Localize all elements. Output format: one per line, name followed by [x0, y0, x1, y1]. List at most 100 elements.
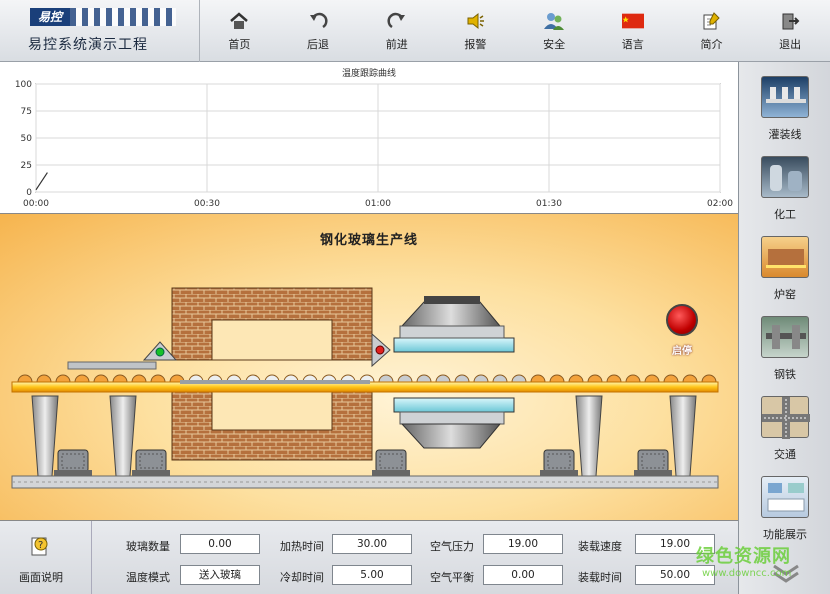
exit-button[interactable]: 退出 — [751, 0, 830, 62]
brand-logo: 易控 — [30, 8, 176, 26]
svg-text:?: ? — [38, 540, 43, 551]
roller — [588, 375, 602, 382]
roller — [474, 375, 488, 382]
brand-area: 易控 易控系统演示工程 — [0, 0, 200, 62]
security-icon — [543, 10, 565, 32]
loading-time-field[interactable]: 50.00 — [635, 565, 715, 585]
quench-hood-bottom — [394, 398, 514, 448]
start-stop-label: 启停 — [666, 342, 698, 357]
nav-item-kiln[interactable]: 炉窑 — [749, 236, 821, 316]
x-tick-label: 00:30 — [194, 199, 220, 209]
roller — [75, 375, 89, 382]
sensor-green — [144, 342, 176, 360]
roller — [94, 375, 108, 382]
alarm-label: 报警 — [464, 36, 486, 52]
air-balance-field[interactable]: 0.00 — [483, 565, 563, 585]
glass-plate — [68, 362, 156, 369]
cooling-time-field[interactable]: 5.00 — [332, 565, 412, 585]
nav-label-chemical: 化工 — [749, 206, 821, 222]
roller — [37, 375, 51, 382]
app-title: 易控系统演示工程 — [28, 34, 148, 54]
filling-line-thumbnail — [761, 76, 809, 118]
help-icon: ? — [28, 535, 50, 557]
nav-item-features[interactable]: 功能展示 — [749, 476, 821, 556]
sensor-red — [372, 334, 390, 366]
roller — [664, 375, 678, 382]
air-pressure-field[interactable]: 19.00 — [483, 534, 563, 554]
glass-count-field[interactable]: 0.00 — [180, 534, 260, 554]
glass-production-line-diagram — [0, 214, 738, 520]
help-label: 画面说明 — [0, 569, 82, 585]
y-tick-label: 25 — [21, 161, 32, 171]
temperature-mode-field[interactable]: 送入玻璃 — [180, 565, 260, 585]
roller — [398, 375, 412, 382]
traffic-thumbnail — [761, 396, 809, 438]
home-icon — [228, 10, 250, 32]
top-toolbar: 易控 易控系统演示工程 首页 后退 前进 报警 — [0, 0, 830, 62]
roller — [683, 375, 697, 382]
nav-item-chemical[interactable]: 化工 — [749, 156, 821, 236]
alarm-button[interactable]: 报警 — [436, 0, 515, 62]
nav-scroll-down-button[interactable] — [768, 560, 804, 586]
roller — [531, 375, 545, 382]
roller — [607, 375, 621, 382]
intro-button[interactable]: 简介 — [672, 0, 751, 62]
home-button[interactable]: 首页 — [200, 0, 279, 62]
x-tick-label: 02:00 — [707, 199, 733, 209]
language-button[interactable]: 语言 — [593, 0, 672, 62]
loading-speed-label: 装载速度 — [562, 538, 622, 554]
quench-hood-top — [394, 296, 514, 352]
security-button[interactable]: 安全 — [515, 0, 594, 62]
nav-item-traffic[interactable]: 交通 — [749, 396, 821, 476]
nav-item-filling-line[interactable]: 灌装线 — [749, 76, 821, 156]
alarm-icon — [464, 10, 486, 32]
glass-on-conveyor — [180, 380, 370, 384]
x-tick-label: 00:00 — [23, 199, 49, 209]
heating-time-label: 加热时间 — [264, 538, 324, 554]
logo-text: 易控 — [30, 8, 70, 26]
security-label: 安全 — [543, 36, 565, 52]
parameter-fields: 玻璃数量 0.00 加热时间 30.00 空气压力 19.00 装载速度 19.… — [92, 521, 738, 594]
roller — [702, 375, 716, 382]
exit-icon — [779, 10, 801, 32]
temperature-trend-panel: 温度跟踪曲线 025507510000:0000:3001:0001:3002:… — [0, 62, 738, 214]
back-button[interactable]: 后退 — [279, 0, 358, 62]
nav-item-steel[interactable]: 钢铁 — [749, 316, 821, 396]
nav-label-kiln: 炉窑 — [749, 286, 821, 302]
y-tick-label: 75 — [21, 107, 32, 117]
features-thumbnail — [761, 476, 809, 518]
screen-help-button[interactable]: ? 画面说明 — [0, 521, 92, 594]
forward-button[interactable]: 前进 — [357, 0, 436, 62]
language-flag-icon — [622, 10, 644, 32]
nav-label-features: 功能展示 — [749, 526, 821, 542]
nav-label-filling-line: 灌装线 — [749, 126, 821, 142]
right-navigation: 灌装线 化工 炉窑 钢铁 交通 功能展示 — [738, 62, 830, 594]
parameter-panel: ? 画面说明 玻璃数量 0.00 加热时间 30.00 空气压力 19.00 装… — [0, 520, 738, 594]
roller — [645, 375, 659, 382]
loading-speed-field[interactable]: 19.00 — [635, 534, 715, 554]
glass-count-label: 玻璃数量 — [110, 538, 170, 554]
roller — [151, 375, 165, 382]
furnace-bottom — [172, 392, 372, 460]
roller — [550, 375, 564, 382]
roller — [455, 375, 469, 382]
roller — [493, 375, 507, 382]
heating-time-field[interactable]: 30.00 — [332, 534, 412, 554]
roller — [113, 375, 127, 382]
language-label: 语言 — [622, 36, 644, 52]
start-stop-button[interactable] — [666, 304, 698, 336]
roller — [512, 375, 526, 382]
toolbar-buttons: 首页 后退 前进 报警 安全 — [200, 0, 830, 62]
intro-label: 简介 — [700, 36, 722, 52]
roller — [379, 375, 393, 382]
roller — [56, 375, 70, 382]
roller — [417, 375, 431, 382]
roller — [436, 375, 450, 382]
conveyor-motor — [372, 450, 410, 476]
roller — [132, 375, 146, 382]
exit-label: 退出 — [779, 36, 801, 52]
roller — [18, 375, 32, 382]
x-tick-label: 01:00 — [365, 199, 391, 209]
y-tick-label: 100 — [15, 80, 32, 90]
y-tick-label: 50 — [21, 134, 33, 144]
